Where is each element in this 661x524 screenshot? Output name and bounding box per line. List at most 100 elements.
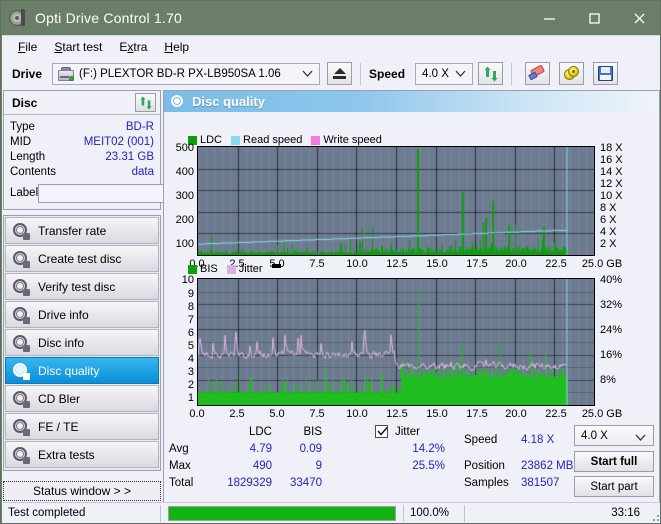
sidebar-item-label: Transfer rate (38, 223, 107, 238)
bis-y2tick-40: 40% (600, 274, 623, 286)
disc-row-mid-key: MID (10, 135, 32, 148)
bis-xtick-3: 7.5 (309, 408, 325, 420)
test-speed-select[interactable]: 4.0 X (574, 425, 654, 446)
sidebar-item-label: Verify test disc (38, 279, 116, 294)
ldc-xtick-7: 17.5 (466, 258, 488, 270)
disc-bler-icon (12, 390, 30, 408)
bis-y2tick-8: 8% (600, 374, 616, 386)
disc-row-length: Length 23.31 GB (10, 149, 154, 164)
toolbar: Drive (F:) PLEXTOR BD-R PX-LB950SA 1.06 … (2, 57, 660, 90)
status-window-button[interactable]: Status window > > (3, 481, 161, 501)
bis-y2tick-24: 24% (600, 324, 623, 336)
sidebar-item-create-test-disc[interactable]: Create test disc (5, 245, 159, 272)
bis-xtick-0: 0.0 (189, 408, 205, 420)
drive-select[interactable]: (F:) PLEXTOR BD-R PX-LB950SA 1.06 (52, 62, 321, 85)
sidebar-item-verify-test-disc[interactable]: Verify test disc (5, 273, 159, 300)
bis-ytick-8: 8 (187, 301, 194, 313)
ldc-xtick-3: 7.5 (309, 258, 325, 270)
bis-xtick-6: 15.0 (426, 408, 448, 420)
eraser-icon (528, 63, 546, 81)
speed-select[interactable]: 4.0 X (415, 62, 474, 85)
sidebar-item-disc-info[interactable]: Disc info (5, 329, 159, 356)
copy-discs-button[interactable] (559, 62, 585, 85)
chevron-down-icon (635, 432, 646, 444)
save-button[interactable] (593, 62, 619, 85)
eject-button[interactable] (327, 62, 353, 85)
close-button[interactable] (617, 1, 660, 35)
drive-select-value: (F:) PLEXTOR BD-R PX-LB950SA 1.06 (79, 67, 281, 80)
bis-ytick-7: 7 (187, 314, 194, 326)
disc-drive-icon (12, 306, 30, 324)
disc-row-type-value: BD-R (125, 120, 154, 133)
disc-create-icon (12, 250, 30, 268)
disc-fete-icon (12, 418, 30, 436)
bis-xtick-5: 12.5 (386, 408, 408, 420)
jitter-checkbox[interactable] (375, 425, 388, 438)
ldc-xtick-5: 12.5 (386, 258, 408, 270)
menu-extra[interactable]: Extra (111, 38, 156, 56)
app-disc-icon (9, 9, 27, 27)
disc-extra-icon (12, 446, 30, 464)
disc-row-mid-value: MEIT02 (001) (83, 135, 154, 148)
bis-xtick-2: 5.0 (269, 408, 285, 420)
sidebar-item-drive-info[interactable]: Drive info (5, 301, 159, 328)
resize-grip[interactable] (647, 509, 659, 521)
stats-speed-value: 4.18 X (521, 434, 555, 446)
bis-xtick-4: 10.0 (346, 408, 368, 420)
chevron-down-icon (302, 64, 313, 84)
stats-header-bis: BIS (303, 426, 322, 438)
ldc-xtick-4: 10.0 (346, 258, 368, 270)
disc-row-contents-key: Contents (10, 165, 57, 178)
stats-row-label-max: Max (169, 460, 191, 472)
disc-verify-icon (12, 278, 30, 296)
disc-panel: Disc Type BD-R MID MEIT02 (001) Length 2… (3, 90, 242, 210)
disc-label-key: Label (10, 187, 39, 199)
panel-header: Disc quality (164, 91, 659, 112)
sidebar-item-fe-te[interactable]: FE / TE (5, 413, 159, 440)
status-separator (160, 504, 161, 522)
legend-marker-icon (271, 264, 281, 268)
bis-xtick-7: 17.5 (466, 408, 488, 420)
ldc-ytick-500: 500 (175, 142, 194, 154)
ldc-y2tick-8: 8 X (600, 202, 617, 214)
start-part-button[interactable]: Start part (574, 476, 654, 497)
disc-info-rows: Type BD-R MID MEIT02 (001) Length 23.31 … (4, 115, 242, 209)
window-title: Opti Drive Control 1.70 (35, 10, 182, 26)
start-full-button[interactable]: Start full (574, 451, 654, 472)
app-window: Opti Drive Control 1.70 File Start test … (0, 0, 661, 524)
legend-label-bis: BIS (200, 263, 218, 275)
sidebar-item-label: Disc quality (38, 363, 100, 378)
sidebar-item-cd-bler[interactable]: CD Bler (5, 385, 159, 412)
ldc-plot-area[interactable] (197, 146, 595, 256)
ldc-y2tick-2: 2 X (600, 238, 617, 250)
ldc-y2tick-10: 10 X (600, 190, 623, 202)
maximize-button[interactable] (572, 1, 617, 35)
sidebar-item-transfer-rate[interactable]: Transfer rate (5, 217, 159, 244)
sidebar-item-extra-tests[interactable]: Extra tests (5, 441, 159, 468)
jitter-label: Jitter (395, 426, 420, 438)
stats-bis-avg: 0.09 (299, 443, 322, 455)
sidebar-item-label: Extra tests (38, 447, 95, 462)
minimize-button[interactable] (527, 1, 572, 35)
stats-samples-value: 381507 (521, 477, 560, 489)
disc-row-type-key: Type (10, 120, 35, 133)
legend-write-speed: Write speed (311, 134, 382, 146)
menu-start-test[interactable]: Start test (46, 38, 111, 56)
legend-label-read-speed: Read speed (243, 134, 303, 146)
ldc-ytick-400: 400 (175, 166, 194, 178)
menu-help[interactable]: Help (156, 38, 198, 56)
disc-refresh-button[interactable] (135, 93, 156, 112)
menu-file[interactable]: File (10, 38, 46, 56)
stats-ldc-total: 1829329 (227, 477, 272, 489)
refresh-button[interactable] (478, 62, 504, 85)
bis-ytick-1: 1 (187, 392, 194, 404)
panel-title: Disc quality (192, 94, 265, 109)
bis-ytick-5: 5 (187, 340, 194, 352)
sidebar-item-disc-quality[interactable]: Disc quality (5, 357, 159, 384)
stats-ldc-avg: 4.79 (249, 443, 272, 455)
bis-plot-area[interactable] (197, 278, 595, 406)
ldc-y2tick-14: 14 X (600, 166, 623, 178)
erase-button[interactable] (525, 62, 551, 85)
progress-percent: 100.0% (410, 507, 450, 519)
disc-panel-header: Disc (4, 91, 160, 115)
